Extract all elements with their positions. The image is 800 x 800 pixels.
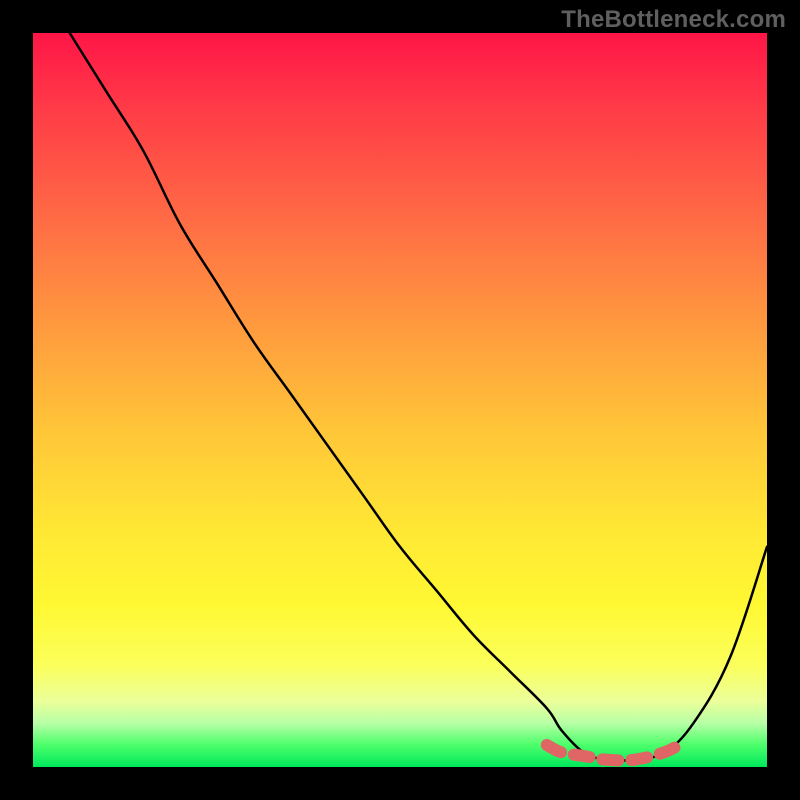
optimal-range-highlight: [547, 745, 679, 760]
chart-svg: [33, 33, 767, 767]
chart-frame: TheBottleneck.com: [0, 0, 800, 800]
bottleneck-curve-line: [70, 33, 767, 761]
plot-area: [33, 33, 767, 767]
watermark-text: TheBottleneck.com: [561, 6, 786, 34]
